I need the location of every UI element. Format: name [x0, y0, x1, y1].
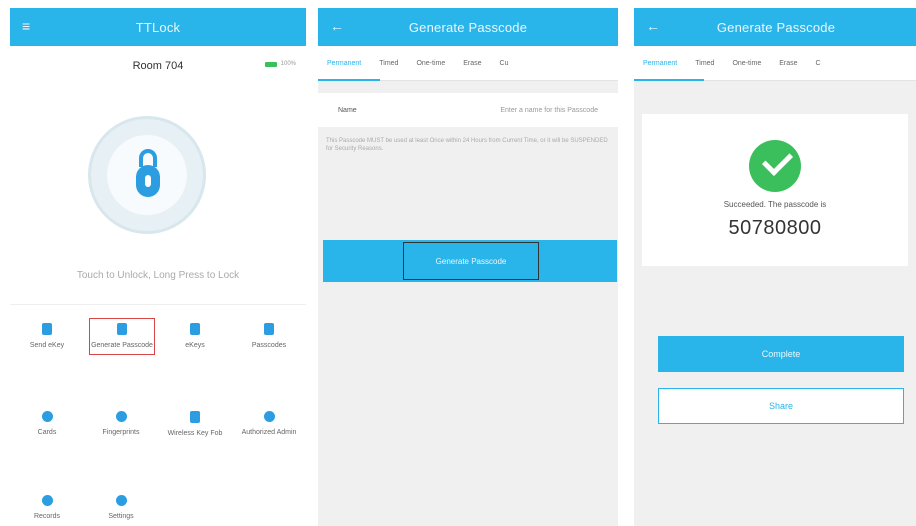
passcode-value: 50780800: [728, 217, 822, 239]
tab-timed[interactable]: Timed: [370, 60, 407, 67]
grid-records[interactable]: Records: [10, 495, 84, 521]
share-button[interactable]: Share: [658, 388, 904, 424]
grid-passcodes[interactable]: Passcodes: [232, 323, 306, 350]
tab-one-time[interactable]: One-time: [723, 60, 770, 67]
name-field[interactable]: Name Enter a name for this Passcode: [318, 93, 618, 127]
tab-one-time[interactable]: One-time: [407, 60, 454, 67]
battery-icon: [264, 61, 277, 67]
name-placeholder: Enter a name for this Passcode: [500, 106, 598, 114]
fingerprint-icon: [115, 411, 127, 422]
grid-settings[interactable]: Settings: [84, 495, 158, 521]
passcodes-icon: [264, 323, 274, 335]
page-title: Generate Passcode: [716, 19, 836, 35]
padlock-icon: [136, 149, 160, 199]
menu-icon[interactable]: ≡: [22, 18, 30, 34]
settings-icon: [115, 495, 127, 506]
feature-grid: Send eKey Generate Passcode eKeys Passco…: [10, 304, 306, 520]
tab-indicator: [318, 79, 380, 81]
unlock-hint: Touch to Unlock, Long Press to Lock: [76, 270, 240, 281]
room-name: Room 704: [132, 60, 184, 72]
lock-home-screen: ≡ TTLock Room 704 100% Touch to Unlock, …: [10, 8, 306, 526]
grid-authorized-admin[interactable]: Authorized Admin: [232, 411, 306, 437]
battery-indicator: 100%: [264, 61, 296, 67]
cards-icon: [41, 411, 53, 422]
back-arrow-icon[interactable]: ←: [330, 18, 344, 34]
send-ekey-icon: [42, 323, 52, 335]
tab-permanent[interactable]: Permanent: [634, 60, 686, 67]
unlock-button[interactable]: [88, 116, 206, 234]
tab-custom[interactable]: C: [807, 60, 830, 67]
tab-indicator: [634, 79, 704, 81]
app-header: ≡ TTLock: [10, 8, 306, 46]
grid-cards[interactable]: Cards: [10, 411, 84, 437]
tab-custom[interactable]: Cu: [491, 60, 518, 67]
ekeys-icon: [190, 323, 200, 335]
app-title: TTLock: [135, 19, 181, 35]
success-card: Succeeded. The passcode is 50780800: [642, 114, 908, 266]
complete-button[interactable]: Complete: [658, 336, 904, 372]
page-title: Generate Passcode: [408, 19, 528, 35]
header: ← Generate Passcode: [634, 8, 916, 46]
checkmark-icon: [749, 140, 801, 192]
tab-bar: Permanent Timed One-time Erase Cu: [318, 46, 618, 81]
battery-level: 100%: [280, 61, 296, 67]
success-message: Succeeded. The passcode is: [723, 200, 827, 209]
tab-timed[interactable]: Timed: [686, 60, 723, 67]
generate-passcode-button[interactable]: Generate Passcode: [323, 240, 617, 282]
room-row: Room 704 100%: [10, 46, 306, 86]
grid-send-ekey[interactable]: Send eKey: [10, 323, 84, 350]
generate-passcode-label: Generate Passcode: [403, 242, 539, 280]
passcode-success-screen: ← Generate Passcode Permanent Timed One-…: [634, 8, 916, 526]
key-fob-icon: [190, 411, 200, 423]
grid-wireless-key-fob[interactable]: Wireless Key Fob: [158, 411, 232, 438]
records-icon: [41, 495, 53, 506]
tab-erase[interactable]: Erase: [454, 60, 490, 67]
passcode-note: This Passcode MUST be used at least Once…: [326, 138, 608, 152]
grid-ekeys[interactable]: eKeys: [158, 323, 232, 350]
grid-generate-passcode[interactable]: Generate Passcode: [89, 318, 155, 355]
grid-fingerprints[interactable]: Fingerprints: [84, 411, 158, 437]
name-label: Name: [338, 106, 357, 114]
passcode-icon: [117, 323, 127, 335]
admin-icon: [263, 411, 275, 422]
generate-passcode-screen: ← Generate Passcode Permanent Timed One-…: [318, 8, 618, 526]
tab-bar: Permanent Timed One-time Erase C: [634, 46, 916, 81]
tab-erase[interactable]: Erase: [770, 60, 806, 67]
header: ← Generate Passcode: [318, 8, 618, 46]
tab-permanent[interactable]: Permanent: [318, 60, 370, 67]
back-arrow-icon[interactable]: ←: [646, 18, 660, 34]
